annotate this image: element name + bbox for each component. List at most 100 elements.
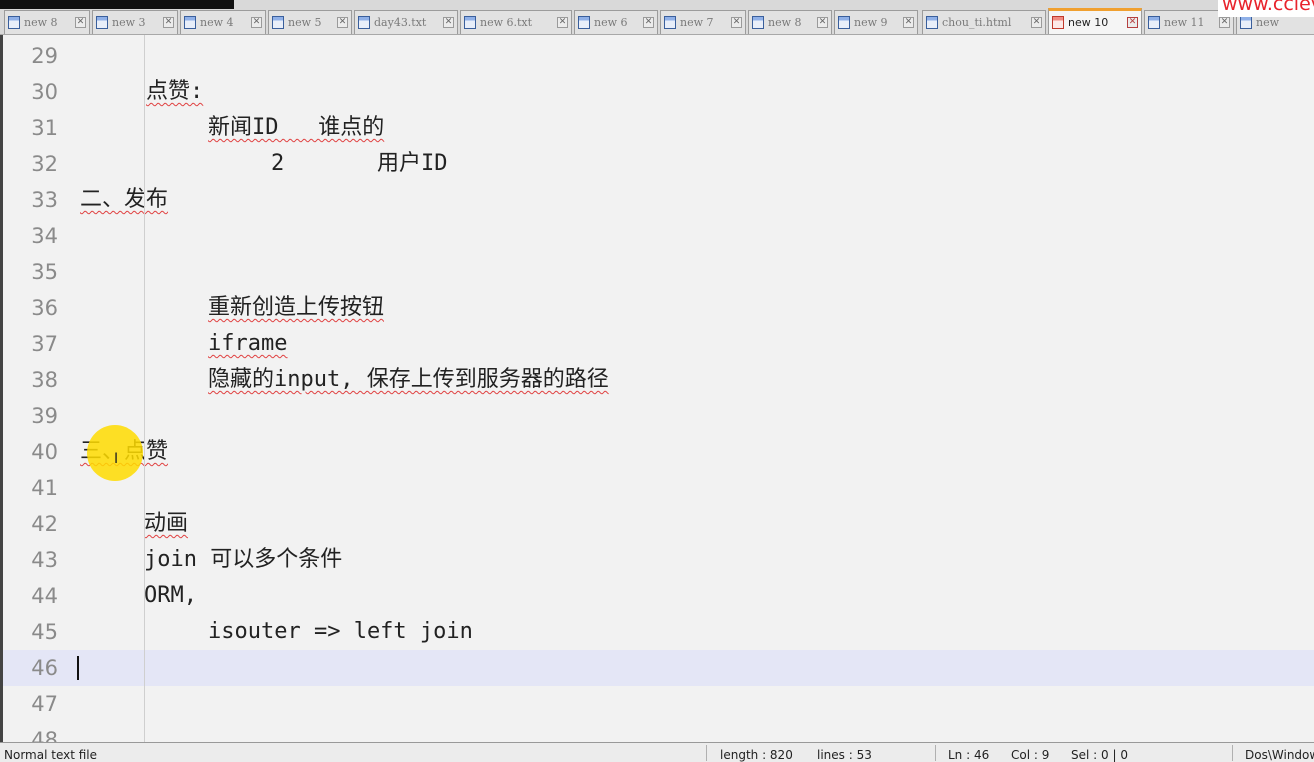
editor-line[interactable]: 33 二、发布 [3, 182, 1314, 218]
tab-new-6[interactable]: new 6 ✕ [574, 10, 658, 34]
tab-new-8b[interactable]: new 8 ✕ [748, 10, 832, 34]
editor-line[interactable]: 30 点赞: [3, 74, 1314, 110]
editor-line[interactable]: 47 [3, 686, 1314, 722]
line-number: 42 [31, 512, 58, 536]
line-number: 34 [31, 224, 58, 248]
file-icon [96, 16, 108, 29]
tab-new-7[interactable]: new 7 ✕ [660, 10, 746, 34]
file-icon [1240, 16, 1252, 29]
line-number: 35 [31, 260, 58, 284]
line-text: join 可以多个条件 [144, 547, 343, 572]
status-separator [706, 745, 707, 761]
line-text: 二、发布 [80, 187, 169, 212]
close-icon[interactable]: ✕ [1031, 17, 1042, 28]
editor-line[interactable]: 39 [3, 398, 1314, 434]
editor-line[interactable]: 38 隐藏的input, 保存上传到服务器的路径 [3, 362, 1314, 398]
editor-line[interactable]: 36 重新创造上传按钮 [3, 290, 1314, 326]
line-number: 37 [31, 332, 58, 356]
editor-line[interactable]: 48 [3, 722, 1314, 742]
line-number: 40 [31, 440, 58, 464]
line-number: 39 [31, 404, 58, 428]
close-icon[interactable]: ✕ [1219, 17, 1230, 28]
close-icon[interactable]: ✕ [731, 17, 742, 28]
editor-line[interactable]: 41 [3, 470, 1314, 506]
line-number: 41 [31, 476, 58, 500]
tab-label: new 5 [288, 16, 322, 29]
tab-label: new 4 [200, 16, 234, 29]
tab-label: new 7 [680, 16, 714, 29]
editor-line[interactable]: 45 isouter => left join [3, 614, 1314, 650]
line-text: isouter => left join [208, 619, 473, 644]
line-text: 2 用户ID [271, 151, 448, 176]
close-icon[interactable]: ✕ [163, 17, 174, 28]
editor-line[interactable]: 31 新闻ID 谁点的 [3, 110, 1314, 146]
tab-new-10[interactable]: new 10 ✕ [1048, 8, 1142, 34]
ibeam-cursor-icon: I [114, 451, 119, 467]
line-number: 29 [31, 44, 58, 68]
close-icon[interactable]: ✕ [251, 17, 262, 28]
file-icon [1148, 16, 1160, 29]
line-number: 38 [31, 368, 58, 392]
line-text: ORM, [144, 583, 197, 608]
close-icon[interactable]: ✕ [443, 17, 454, 28]
file-icon [184, 16, 196, 29]
tab-chou-ti[interactable]: chou_ti.html ✕ [922, 10, 1046, 34]
file-icon [926, 16, 938, 29]
status-separator [1232, 745, 1233, 761]
tab-day43[interactable]: day43.txt ✕ [354, 10, 458, 34]
tab-new-4[interactable]: new 4 ✕ [180, 10, 266, 34]
tab-new-8[interactable]: new 8 ✕ [4, 10, 90, 34]
line-text: 隐藏的input, 保存上传到服务器的路径 [208, 367, 609, 392]
tab-label: new 3 [112, 16, 146, 29]
text-editor[interactable]: 29 30 点赞: 31 新闻ID 谁点的 32 2 用户ID 33 二、发布 … [0, 35, 1314, 742]
line-text: 动画 [144, 511, 189, 536]
close-icon[interactable]: ✕ [903, 17, 914, 28]
close-icon[interactable]: ✕ [337, 17, 348, 28]
line-number: 36 [31, 296, 58, 320]
editor-line[interactable]: 40 三、点赞 [3, 434, 1314, 470]
line-number: 30 [31, 80, 58, 104]
line-number: 33 [31, 188, 58, 212]
file-icon [8, 16, 20, 29]
editor-line-current[interactable]: 46 [3, 650, 1314, 686]
status-separator [935, 745, 936, 761]
tab-label: new 8 [768, 16, 802, 29]
file-icon [1052, 16, 1064, 29]
line-text: 点赞: [146, 79, 204, 104]
editor-line[interactable]: 37 iframe [3, 326, 1314, 362]
line-number: 48 [31, 728, 58, 742]
indent-guide [144, 35, 145, 742]
file-icon [664, 16, 676, 29]
editor-line[interactable]: 42 动画 [3, 506, 1314, 542]
editor-line[interactable]: 34 [3, 218, 1314, 254]
tab-new-5[interactable]: new 5 ✕ [268, 10, 352, 34]
tab-new-3[interactable]: new 3 ✕ [92, 10, 178, 34]
line-number: 45 [31, 620, 58, 644]
tab-label: new 6.txt [480, 16, 533, 29]
close-icon[interactable]: ✕ [1127, 17, 1138, 28]
close-icon[interactable]: ✕ [817, 17, 828, 28]
watermark: www.cclev [1218, 0, 1314, 17]
file-icon [464, 16, 476, 29]
title-strip [0, 0, 234, 9]
status-bar: Normal text file length : 820 lines : 53… [0, 742, 1314, 762]
tab-new-9[interactable]: new 9 ✕ [834, 10, 918, 34]
editor-line[interactable]: 29 [3, 38, 1314, 74]
tab-label: day43.txt [374, 16, 427, 29]
tab-bar: new 8 ✕ new 3 ✕ new 4 ✕ new 5 ✕ day43.tx… [0, 0, 1314, 35]
line-number: 46 [31, 656, 58, 680]
editor-line[interactable]: 32 2 用户ID [3, 146, 1314, 182]
close-icon[interactable]: ✕ [75, 17, 86, 28]
line-number: 32 [31, 152, 58, 176]
close-icon[interactable]: ✕ [643, 17, 654, 28]
editor-line[interactable]: 35 [3, 254, 1314, 290]
editor-line[interactable]: 44 ORM, [3, 578, 1314, 614]
tab-label: new [1256, 16, 1280, 29]
line-number: 31 [31, 116, 58, 140]
tab-new-6-txt[interactable]: new 6.txt ✕ [460, 10, 572, 34]
line-text: 重新创造上传按钮 [208, 295, 385, 320]
line-text: 新闻ID 谁点的 [208, 115, 385, 140]
editor-line[interactable]: 43 join 可以多个条件 [3, 542, 1314, 578]
file-icon [358, 16, 370, 29]
close-icon[interactable]: ✕ [557, 17, 568, 28]
